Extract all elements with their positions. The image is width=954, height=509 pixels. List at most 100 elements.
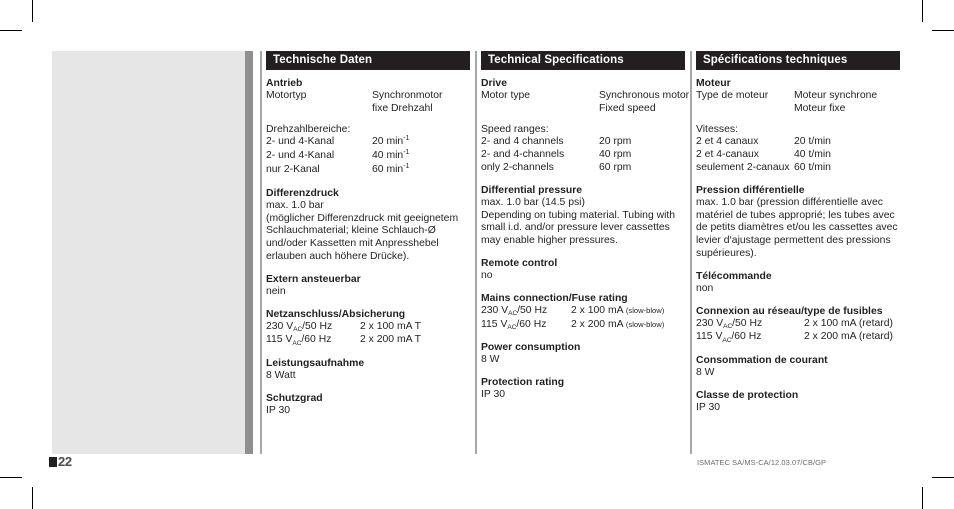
spec-row-mains-2: 115 VAC/60 Hz 2 x 200 mA T <box>266 334 470 348</box>
spec-block-differential-pressure-fr: Pression différentielle max. 1.0 bar (pr… <box>696 184 900 261</box>
spec-label: only 2-channels <box>481 161 554 173</box>
spec-row-speed-3: seulement 2-canaux 60 t/min <box>696 162 900 175</box>
spec-title: Moteur <box>696 78 731 89</box>
subscript: AC <box>722 336 732 344</box>
spec-block-remote-control-fr: Télécommande non <box>696 270 900 296</box>
spec-subtitle-speed-ranges: Vitesses: <box>696 123 738 135</box>
spec-row-speed-1: 2 et 4 canaux 20 t/min <box>696 136 900 149</box>
spec-value: 2 x 100 mA (retard) <box>804 317 893 329</box>
spec-label: 115 VAC/60 Hz <box>266 334 332 347</box>
page-number-value: 22 <box>58 454 72 469</box>
crop-mark-bottom-left-horizontal <box>0 477 22 478</box>
spec-value: IP 30 <box>266 404 291 416</box>
spec-row-motor-type: Motortyp Synchronmotor <box>266 90 470 103</box>
document-code: ISMATEC SA/MS-CA/12.03.07/CB/GP <box>697 458 827 467</box>
spec-row-motor-type-cont: fixe Drehzahl <box>266 103 470 116</box>
spec-row-motor-type: Type de moteur Moteur synchrone <box>696 90 900 103</box>
page-number-marker <box>49 457 57 467</box>
spec-value: max. 1.0 bar (14.5 psi) <box>481 196 585 208</box>
spec-block-mains-de: Netzanschluss/Absicherung 230 VAC/50 Hz 2… <box>266 308 470 349</box>
spec-row-mains-2: 115 VAC/60 Hz 2 x 200 mA (slow-blow) <box>481 319 685 333</box>
spec-block-differential-pressure-de: Differenzdruck max. 1.0 bar (möglicher D… <box>266 187 470 264</box>
spec-value: IP 30 <box>481 389 506 401</box>
column-divider-rule <box>690 51 692 454</box>
spec-block-drive-fr: Moteur Type de moteur Moteur synchrone Mo… <box>696 77 900 175</box>
spec-label: 2 et 4 canaux <box>696 136 759 148</box>
spec-title: Drive <box>481 78 507 89</box>
spec-label: Motortyp <box>266 90 307 101</box>
spec-block-protection-fr: Classe de protection IP 30 <box>696 389 900 415</box>
spec-title: Leistungsaufnahme <box>266 358 365 370</box>
spec-block-power-en: Power consumption 8 W <box>481 341 685 367</box>
column-header-english: Technical Specifications <box>481 51 685 70</box>
crop-mark-top-right-vertical <box>922 0 923 22</box>
crop-mark-top-left-horizontal <box>0 30 22 31</box>
spec-block-protection-en: Protection rating IP 30 <box>481 376 685 402</box>
spec-row-speed-2: 2- and 4-channels 40 rpm <box>481 149 685 162</box>
spec-label: 2- und 4-Kanal <box>266 150 335 162</box>
spec-title: Antrieb <box>266 78 303 89</box>
spec-value: 20 rpm <box>599 136 632 148</box>
superscript: -1 <box>403 162 410 170</box>
column-body-english: Drive Motor type Synchronous motor Fixed … <box>481 70 689 402</box>
spec-column-french: Spécifications techniques Moteur Type de… <box>690 51 900 454</box>
spec-row-speed-2: 2- und 4-Kanal 40 min-1 <box>266 149 470 164</box>
spec-value: 2 x 100 mA (slow-blow) <box>571 304 665 316</box>
spec-row-speed-1: 2- und 4-Kanal 20 min-1 <box>266 135 470 150</box>
spec-block-mains-fr: Connexion au réseau/type de fusibles 230… <box>696 305 900 346</box>
spec-title: Power consumption <box>481 342 581 354</box>
subscript: AC <box>723 323 733 331</box>
spec-label: 2 et 4-canaux <box>696 149 759 161</box>
subscript: AC <box>507 324 517 332</box>
spec-block-power-fr: Consommation de courant 8 W <box>696 354 900 380</box>
spec-label: 115 VAC/60 Hz <box>696 331 762 344</box>
spec-value: non <box>696 282 714 294</box>
spec-row-motor-type-cont: Moteur fixe <box>696 103 900 116</box>
spec-value: 40 t/min <box>794 149 831 161</box>
spec-title: Extern ansteuerbar <box>266 273 361 285</box>
spec-body-text: (möglicher Differenzdruck mit geeignetem… <box>266 212 459 262</box>
spec-row-speed-3: only 2-channels 60 rpm <box>481 162 685 175</box>
spec-label: 2- und 4-Kanal <box>266 136 335 148</box>
column-body-german: Antrieb Motortyp Synchronmotor fixe Drehz… <box>266 70 470 418</box>
spec-value: 60 rpm <box>599 161 632 173</box>
spec-value: IP 30 <box>696 401 721 413</box>
crop-mark-bottom-left-vertical <box>32 487 33 509</box>
spec-title: Differenzdruck <box>266 187 339 199</box>
spec-title: Protection rating <box>481 377 565 389</box>
spec-body-text: max. 1.0 bar (pression différentielle av… <box>696 196 898 259</box>
spec-block-drive-en: Drive Motor type Synchronous motor Fixed … <box>481 77 689 175</box>
spec-title: Remote control <box>481 257 558 269</box>
spec-row-mains-2: 115 VAC/60 Hz 2 x 200 mA (retard) <box>696 331 900 345</box>
superscript: -1 <box>403 149 410 157</box>
subscript: AC <box>292 339 302 347</box>
spec-value: no <box>481 269 493 281</box>
spec-block-power-de: Leistungsaufnahme 8 Watt <box>266 357 470 383</box>
spec-row-mains-1: 230 VAC/50 Hz 2 x 100 mA T <box>266 321 470 335</box>
spec-label: 2- and 4-channels <box>481 149 565 161</box>
spec-label: 230 VAC/50 Hz <box>696 317 763 331</box>
spec-value: Moteur fixe <box>794 102 846 114</box>
spec-title: Differential pressure <box>481 184 583 196</box>
spec-block-remote-control-de: Extern ansteuerbar nein <box>266 273 470 299</box>
spec-label: nur 2-Kanal <box>266 163 320 175</box>
spec-subtitle-speed-ranges: Speed ranges: <box>481 123 549 135</box>
spec-value: 60 min-1 <box>372 162 410 175</box>
spec-value: 2 x 200 mA (slow-blow) <box>571 318 665 330</box>
spec-row-speed-3: nur 2-Kanal 60 min-1 <box>266 162 470 178</box>
spec-row-motor-type-cont: Fixed speed <box>481 103 685 116</box>
crop-mark-bottom-right-horizontal <box>932 477 954 478</box>
spec-value: 8 Watt <box>266 370 296 382</box>
spec-column-english: Technical Specifications Drive Motor typ… <box>475 51 689 454</box>
spec-value: Synchronmotor <box>372 90 443 101</box>
spec-row-speed-1: 2- and 4 channels 20 rpm <box>481 136 685 149</box>
column-body-french: Moteur Type de moteur Moteur synchrone Mo… <box>696 70 900 415</box>
spec-label: seulement 2-canaux <box>696 161 790 173</box>
superscript: -1 <box>403 135 410 143</box>
spec-title: Schutzgrad <box>266 392 323 404</box>
spec-value: 2 x 100 mA T <box>360 320 422 332</box>
spec-value: 8 W <box>481 354 500 366</box>
fuse-note: (slow-blow) <box>625 319 665 329</box>
spec-subtitle-speed-ranges: Drehzahlbereiche: <box>266 123 351 135</box>
